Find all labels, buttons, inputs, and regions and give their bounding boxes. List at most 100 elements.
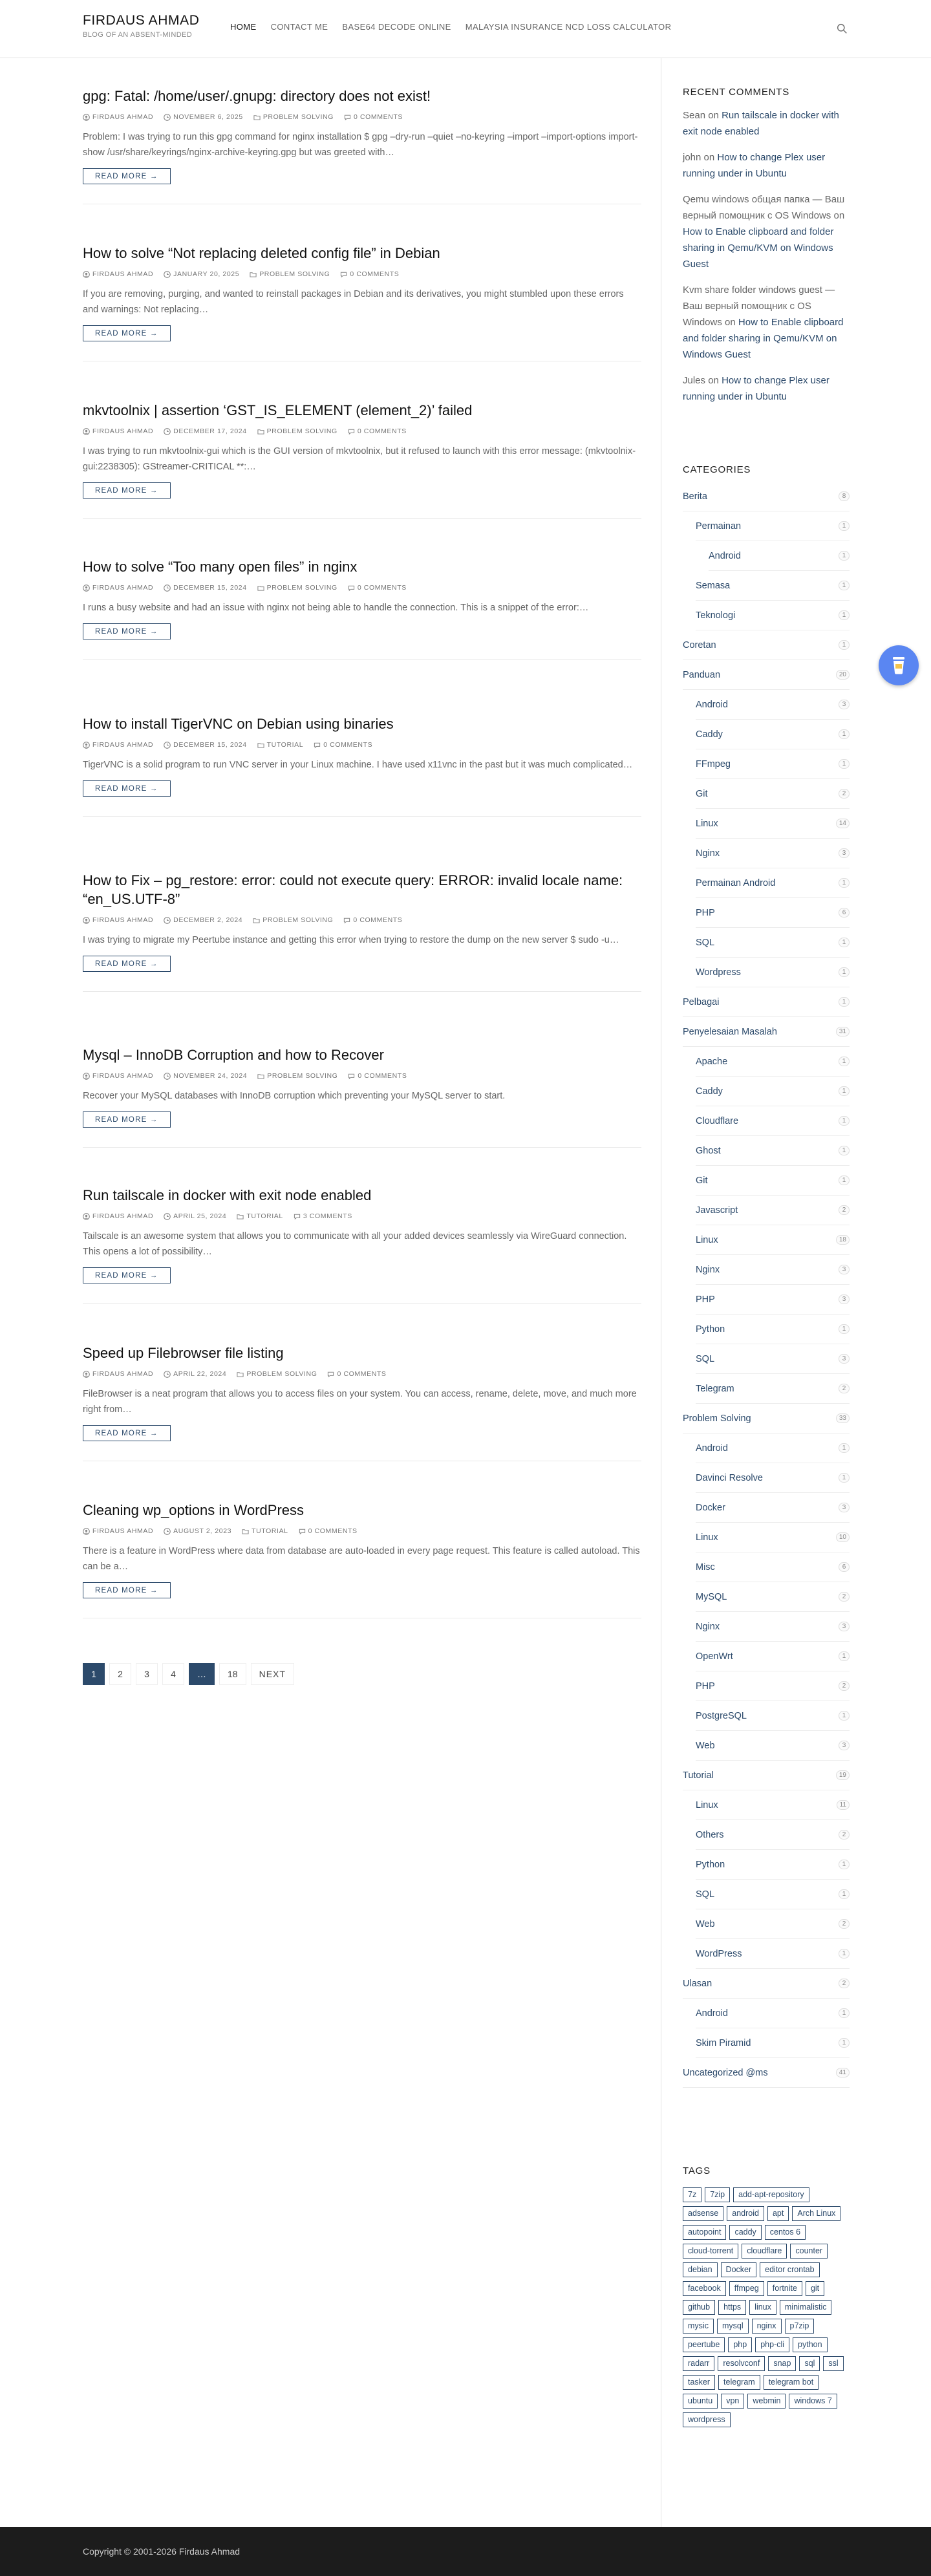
date-text[interactable]: APRIL 22, 2024 — [173, 1370, 226, 1378]
post-category[interactable]: PROBLEM SOLVING — [253, 916, 333, 924]
comment-post-link[interactable]: Run tailscale in docker with exit node e… — [683, 110, 839, 137]
post-category[interactable]: TUTORIAL — [242, 1527, 288, 1535]
post-title[interactable]: Run tailscale in docker with exit node e… — [83, 1187, 371, 1203]
tag-link[interactable]: editor crontab — [760, 2262, 820, 2277]
comment-author[interactable]: Sean — [683, 110, 705, 121]
tag-link[interactable]: 7z — [683, 2187, 702, 2202]
comment-post-link[interactable]: How to change Plex user running under in… — [683, 375, 829, 402]
category-link[interactable]: Python — [696, 1860, 725, 1870]
author-name[interactable]: FIRDAUS AHMAD — [92, 113, 153, 121]
category-link[interactable]: WordPress — [696, 1949, 742, 1959]
buy-me-coffee-button[interactable] — [879, 645, 919, 685]
category-link[interactable]: Web — [696, 1741, 715, 1751]
tag-link[interactable]: debian — [683, 2262, 718, 2277]
post-title[interactable]: How to install TigerVNC on Debian using … — [83, 716, 394, 732]
tag-link[interactable]: 7zip — [705, 2187, 731, 2202]
nav-contact-me[interactable]: CONTACT ME — [271, 22, 328, 32]
nav-home[interactable]: HOME — [230, 22, 257, 32]
tag-link[interactable]: p7zip — [784, 2319, 815, 2334]
tag-link[interactable]: wordpress — [683, 2412, 731, 2427]
read-more-button[interactable]: READ MORE → — [83, 168, 171, 184]
tag-link[interactable]: peertube — [683, 2337, 725, 2352]
category-link[interactable]: SQL — [696, 938, 714, 948]
tag-link[interactable]: centos 6 — [764, 2225, 806, 2240]
date-text[interactable]: DECEMBER 15, 2024 — [173, 584, 247, 592]
comments-text[interactable]: 0 COMMENTS — [308, 1527, 358, 1535]
category-text[interactable]: TUTORIAL — [251, 1527, 288, 1535]
author-name[interactable]: FIRDAUS AHMAD — [92, 916, 153, 924]
author-name[interactable]: FIRDAUS AHMAD — [92, 1370, 153, 1378]
tag-link[interactable]: snap — [768, 2356, 797, 2371]
category-link[interactable]: Apache — [696, 1057, 727, 1067]
post-author[interactable]: FIRDAUS AHMAD — [83, 916, 153, 924]
post-author[interactable]: FIRDAUS AHMAD — [83, 1212, 153, 1220]
comments-text[interactable]: 0 COMMENTS — [358, 1072, 407, 1080]
comment-author[interactable]: Qemu windows общая папка — Ваш верный по… — [683, 194, 844, 221]
tag-link[interactable]: git — [805, 2281, 825, 2296]
category-text[interactable]: TUTORIAL — [246, 1212, 283, 1220]
post-title[interactable]: Speed up Filebrowser file listing — [83, 1345, 284, 1361]
tag-link[interactable]: https — [718, 2300, 747, 2315]
post-title[interactable]: How to solve “Not replacing deleted conf… — [83, 245, 440, 261]
category-link[interactable]: Ghost — [696, 1146, 721, 1156]
category-link[interactable]: Semasa — [696, 581, 730, 591]
read-more-button[interactable]: READ MORE → — [83, 1111, 171, 1128]
comments-text[interactable]: 0 COMMENTS — [358, 584, 407, 592]
tag-link[interactable]: tasker — [683, 2375, 716, 2390]
post-comments[interactable]: 0 COMMENTS — [348, 427, 407, 435]
search-button[interactable] — [834, 21, 850, 36]
category-text[interactable]: PROBLEM SOLVING — [267, 584, 337, 592]
next-page-button[interactable]: NEXT — [250, 1663, 294, 1685]
tag-link[interactable]: python — [793, 2337, 828, 2352]
tag-link[interactable]: telegram — [718, 2375, 760, 2390]
category-link[interactable]: PHP — [696, 1294, 715, 1305]
post-comments[interactable]: 0 COMMENTS — [348, 584, 407, 592]
category-link[interactable]: Android — [709, 551, 741, 561]
post-comments[interactable]: 0 COMMENTS — [348, 1072, 407, 1080]
nav-ncd-calculator[interactable]: MALAYSIA INSURANCE NCD LOSS CALCULATOR — [466, 22, 672, 32]
tag-link[interactable]: apt — [767, 2206, 789, 2221]
category-text[interactable]: TUTORIAL — [267, 741, 304, 749]
category-link[interactable]: Android — [696, 2008, 728, 2019]
category-link[interactable]: PHP — [696, 908, 715, 918]
category-link[interactable]: Caddy — [696, 1086, 723, 1097]
read-more-button[interactable]: READ MORE → — [83, 325, 171, 341]
tag-link[interactable]: caddy — [729, 2225, 762, 2240]
tag-link[interactable]: Docker — [720, 2262, 757, 2277]
post-comments[interactable]: 0 COMMENTS — [314, 741, 372, 749]
category-text[interactable]: PROBLEM SOLVING — [267, 427, 337, 435]
tag-link[interactable]: resolvconf — [718, 2356, 765, 2371]
post-date[interactable]: AUGUST 2, 2023 — [164, 1527, 231, 1535]
tag-link[interactable]: adsense — [683, 2206, 724, 2221]
tag-link[interactable]: vpn — [721, 2394, 745, 2409]
post-comments[interactable]: 0 COMMENTS — [299, 1527, 358, 1535]
tag-link[interactable]: github — [683, 2300, 716, 2315]
comments-text[interactable]: 0 COMMENTS — [350, 270, 399, 278]
post-title[interactable]: Cleaning wp_options in WordPress — [83, 1502, 304, 1518]
read-more-button[interactable]: READ MORE → — [83, 623, 171, 639]
comment-author[interactable]: john — [683, 152, 701, 163]
comments-text[interactable]: 0 COMMENTS — [323, 741, 372, 749]
category-link[interactable]: Linux — [696, 1532, 718, 1543]
post-author[interactable]: FIRDAUS AHMAD — [83, 113, 153, 121]
category-link[interactable]: Skim Piramid — [696, 2038, 751, 2048]
date-text[interactable]: APRIL 25, 2024 — [173, 1212, 226, 1220]
page-1[interactable]: 1 — [83, 1663, 105, 1685]
author-name[interactable]: FIRDAUS AHMAD — [92, 1212, 153, 1220]
post-date[interactable]: NOVEMBER 6, 2025 — [164, 113, 243, 121]
author-name[interactable]: FIRDAUS AHMAD — [92, 741, 153, 749]
category-link[interactable]: Problem Solving — [683, 1413, 751, 1424]
read-more-button[interactable]: READ MORE → — [83, 1267, 171, 1283]
page-3[interactable]: 3 — [136, 1663, 158, 1685]
tag-link[interactable]: sql — [799, 2356, 820, 2371]
tag-link[interactable]: windows 7 — [789, 2394, 837, 2409]
post-title[interactable]: How to solve “Too many open files” in ng… — [83, 559, 357, 575]
category-link[interactable]: Caddy — [696, 729, 723, 740]
category-link[interactable]: Nginx — [696, 848, 720, 859]
page-4[interactable]: 4 — [162, 1663, 184, 1685]
date-text[interactable]: DECEMBER 15, 2024 — [173, 741, 247, 749]
tag-link[interactable]: radarr — [683, 2356, 715, 2371]
post-date[interactable]: DECEMBER 2, 2024 — [164, 916, 242, 924]
date-text[interactable]: NOVEMBER 6, 2025 — [173, 113, 243, 121]
post-date[interactable]: DECEMBER 17, 2024 — [164, 427, 247, 435]
